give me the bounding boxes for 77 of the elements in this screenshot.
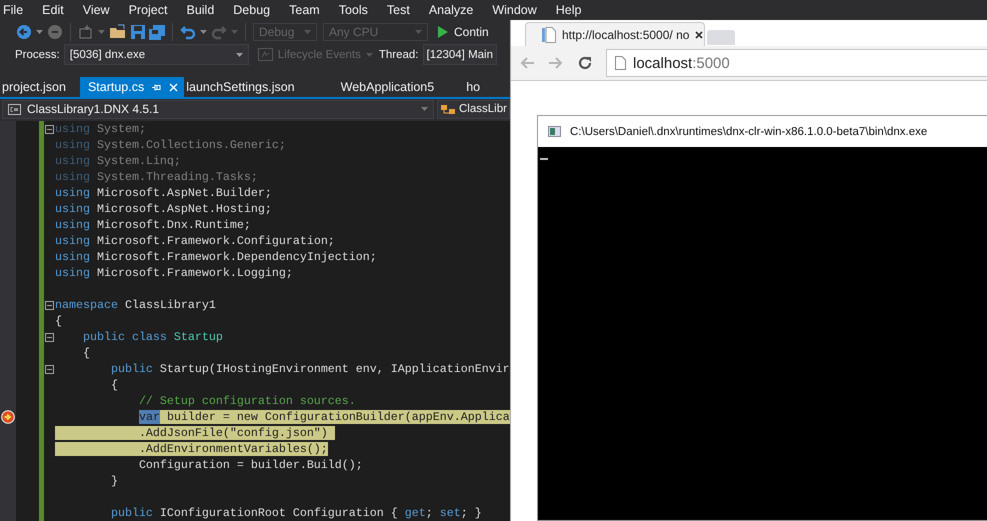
code-line: namespace ClassLibrary1	[55, 297, 216, 314]
code-line: using System;	[55, 121, 146, 138]
code-line: // Setup configuration sources.	[138, 393, 356, 410]
menu-item[interactable]: File	[0, 3, 32, 18]
close-icon[interactable]	[695, 30, 704, 38]
document-tab[interactable]: ho	[464, 77, 494, 98]
code-line: {	[82, 345, 90, 362]
code-line: }	[110, 473, 118, 490]
code-line: using System.Linq;	[55, 153, 181, 170]
lifecycle-icon	[258, 48, 273, 62]
code-line: using Microsoft.Dnx.Runtime;	[55, 217, 251, 234]
menu-item[interactable]: Test	[384, 3, 418, 18]
caret-icon	[366, 52, 373, 57]
code-line: public class Startup	[82, 329, 223, 346]
code-line: {	[110, 377, 118, 394]
csharp-project-icon	[8, 104, 21, 115]
menu-item[interactable]: Tools	[336, 3, 376, 18]
collapse-icon[interactable]	[45, 300, 54, 310]
document-tab[interactable]: launchSettings.json	[184, 77, 339, 98]
console-icon	[548, 126, 561, 137]
menu-item[interactable]: Team	[286, 3, 328, 18]
member-dropdown[interactable]: ClassLibr	[437, 100, 510, 119]
menu-item[interactable]: Window	[489, 3, 545, 18]
menu-item[interactable]: Analyze	[426, 3, 482, 18]
code-line: {	[55, 313, 62, 330]
document-tab[interactable]: WebApplication5	[338, 77, 464, 98]
menu-item[interactable]: View	[80, 3, 118, 18]
pin-icon[interactable]	[152, 82, 162, 92]
caret-icon[interactable]	[98, 30, 105, 34]
thread-dropdown[interactable]: [12304] Main	[422, 44, 497, 66]
save-all-icon[interactable]	[149, 24, 165, 40]
code-line: var builder = new ConfigurationBuilder(appEnv.Applica	[138, 409, 510, 426]
class-icon	[441, 103, 455, 116]
back-icon[interactable]	[16, 24, 32, 40]
document-tab[interactable]: Startup.cs	[80, 77, 184, 98]
process-dropdown[interactable]: [5036] dnx.exe	[64, 44, 249, 66]
menu-item[interactable]: Project	[126, 3, 176, 18]
code-line: using Microsoft.Framework.DependencyInjection;	[55, 249, 377, 266]
code-line: using Microsoft.Framework.Configuration;	[55, 233, 335, 250]
document-tab[interactable]: project.json	[0, 77, 80, 98]
text-cursor	[540, 158, 548, 160]
undo-icon[interactable]	[180, 24, 196, 40]
code-line: public IConfigurationRoot Configuration { get; set; }	[110, 505, 482, 521]
menu-item[interactable]: Edit	[39, 3, 72, 18]
page-icon	[615, 56, 626, 70]
open-folder-icon[interactable]	[109, 24, 127, 40]
menu-item[interactable]: Help	[552, 3, 590, 18]
caret-icon	[304, 30, 311, 34]
browser-tab[interactable]: http://localhost:5000/ no	[525, 22, 705, 46]
new-project-icon[interactable]	[78, 24, 94, 40]
collapse-icon[interactable]	[45, 124, 54, 134]
code-line: using Microsoft.AspNet.Hosting;	[55, 201, 272, 218]
menu-item[interactable]: Debug	[230, 3, 278, 18]
reload-icon[interactable]	[577, 55, 593, 71]
caret-icon	[236, 52, 243, 57]
play-icon	[438, 26, 448, 38]
process-label: Process:	[15, 48, 60, 61]
address-field[interactable]: localhost:5000	[606, 49, 987, 77]
console-title: C:\Users\Daniel\.dnx\runtimes\dnx-clr-win-x86.1.0.0-beta7\bin\dnx.exe	[570, 126, 928, 138]
code-line: public Startup(IHostingEnvironment env, IApplicationEnvir	[110, 361, 510, 378]
page-icon	[542, 26, 556, 42]
continue-button[interactable]: Contin	[432, 25, 489, 40]
code-line: Configuration = builder.Build();	[138, 457, 363, 474]
code-line: using Microsoft.AspNet.Builder;	[55, 185, 272, 202]
caret-icon	[415, 30, 422, 34]
code-line: using System.Threading.Tasks;	[55, 169, 258, 186]
caret-icon[interactable]	[36, 30, 43, 34]
caret-icon[interactable]	[200, 30, 207, 34]
collapse-icon[interactable]	[45, 364, 54, 374]
code-line: using Microsoft.Framework.Logging;	[55, 265, 293, 282]
menu-item[interactable]: Build	[183, 3, 222, 18]
thread-label: Thread:	[378, 48, 418, 61]
project-dropdown[interactable]: ClassLibrary1.DNX 4.5.1	[2, 100, 434, 119]
caret-icon	[421, 107, 428, 112]
collapse-icon[interactable]	[45, 332, 54, 342]
save-icon[interactable]	[131, 25, 145, 40]
code-line: using System.Collections.Generic;	[55, 137, 286, 154]
